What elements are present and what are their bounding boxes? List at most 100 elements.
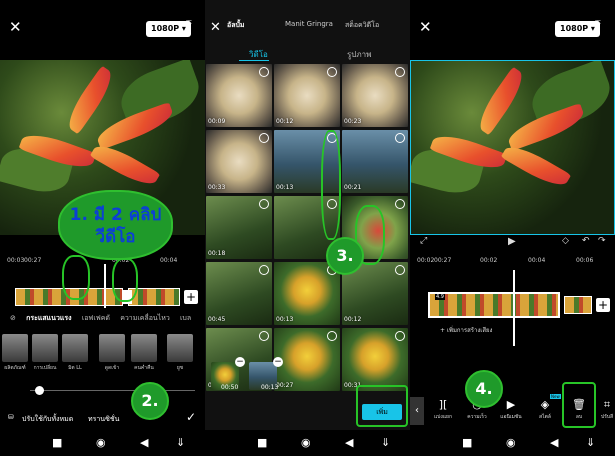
select-circle-icon[interactable] — [259, 331, 269, 341]
annotation-step-2: 2. — [131, 382, 169, 420]
select-circle-icon[interactable] — [259, 133, 269, 143]
recent-apps-icon[interactable]: ■ — [462, 436, 472, 449]
select-circle-icon[interactable] — [395, 67, 405, 77]
media-thumbnail[interactable]: 00:13 — [274, 262, 340, 325]
media-thumbnail[interactable]: 00:45 — [206, 262, 272, 325]
select-circle-icon[interactable] — [395, 133, 405, 143]
add-clip-button[interactable]: + — [596, 298, 610, 312]
export-icon[interactable]: ⤒ — [595, 18, 601, 33]
top-bar: ✕ 1080P ▾ ⤒ — [410, 0, 615, 58]
media-thumbnail[interactable]: 00:12 — [274, 64, 340, 127]
thumb-label: คนค่ำคืน — [134, 365, 154, 371]
back-icon[interactable]: ◀ — [550, 436, 558, 449]
transition-thumb[interactable] — [167, 334, 193, 362]
close-icon[interactable]: ✕ — [419, 18, 432, 36]
add-audio-button[interactable]: + เพิ่มการสร้างเสียง — [440, 325, 492, 335]
media-thumbnail[interactable]: 00:18 — [206, 196, 272, 259]
layers-icon: ⛁ — [8, 413, 14, 421]
home-icon[interactable]: ◉ — [301, 436, 311, 449]
tab-album[interactable]: อัลบั้ม — [227, 20, 245, 31]
playhead[interactable] — [104, 264, 106, 308]
fullscreen-icon[interactable]: ⤢ — [420, 236, 427, 246]
media-thumbnail[interactable]: 00:33 — [206, 130, 272, 193]
no-effect-icon[interactable]: ⊘ — [10, 314, 16, 322]
back-icon[interactable]: ◀ — [140, 436, 148, 449]
download-icon[interactable]: ⇓ — [381, 436, 390, 449]
export-icon[interactable]: ⤒ — [186, 18, 192, 33]
clip-2[interactable] — [564, 296, 592, 314]
apply-all-button[interactable]: ปรับใช้กับทั้งหมด — [22, 414, 73, 425]
add-button[interactable]: เพิ่ม — [362, 404, 402, 420]
select-circle-icon[interactable] — [327, 67, 337, 77]
system-nav-bar: ■ ◉ ◀ ⇓ — [410, 430, 615, 456]
download-icon[interactable]: ⇓ — [176, 436, 185, 449]
timeline-track[interactable]: 4.9 + — [410, 270, 615, 346]
remove-clip-icon[interactable]: − — [273, 357, 283, 367]
download-icon[interactable]: ⇓ — [586, 436, 595, 449]
transition-thumb[interactable] — [131, 334, 157, 362]
select-circle-icon[interactable] — [327, 331, 337, 341]
play-icon[interactable]: ▶ — [508, 236, 516, 247]
media-duration: 00:18 — [208, 250, 226, 257]
keyframe-icon[interactable]: ◇ — [562, 236, 569, 246]
style-icon: ◈ — [540, 398, 550, 411]
home-icon[interactable]: ◉ — [96, 436, 106, 449]
timeline-track[interactable]: + — [0, 264, 205, 310]
chevron-left-icon[interactable]: ‹ — [410, 397, 424, 425]
media-thumbnail[interactable]: 00:09 — [206, 64, 272, 127]
tool-label: ความเร็ว — [467, 414, 487, 420]
transition-thumb[interactable] — [99, 334, 125, 362]
transition-thumb[interactable] — [62, 334, 88, 362]
confirm-check-icon[interactable]: ✓ — [186, 410, 196, 424]
select-circle-icon[interactable] — [395, 331, 405, 341]
transition-label: ทรานซิชั่น — [88, 415, 120, 423]
recent-apps-icon[interactable]: ■ — [52, 436, 62, 449]
thumb-label: ยูช — [176, 365, 184, 371]
duration-slider-track[interactable] — [30, 390, 195, 391]
back-icon[interactable]: ◀ — [345, 436, 353, 449]
undo-icon[interactable]: ↶ — [582, 236, 590, 246]
tab-underline — [239, 60, 269, 61]
redo-icon[interactable]: ↷ — [598, 236, 606, 246]
current-time: 00:03 — [7, 257, 25, 264]
remove-clip-icon[interactable]: − — [235, 357, 245, 367]
system-nav-bar: ■ ◉ ◀ ⇓ — [205, 430, 410, 456]
close-icon[interactable]: ✕ — [9, 18, 22, 36]
tool-label: ปรับสี — [600, 414, 614, 420]
selected-clip[interactable] — [428, 292, 560, 318]
resolution-button[interactable]: 1080P ▾ — [555, 21, 600, 37]
transition-thumb[interactable] — [2, 334, 28, 362]
tab-stock[interactable]: สต็อควิดีโอ — [345, 20, 379, 31]
recent-apps-icon[interactable]: ■ — [257, 436, 267, 449]
transition-thumbnails: ผลิตภัณฑ์ การเปลี่ยน มิต LL ดูดเข้า คนค่… — [0, 334, 205, 374]
add-clip-button[interactable]: + — [184, 290, 198, 304]
select-circle-icon[interactable] — [395, 199, 405, 209]
duration-slider-knob[interactable] — [35, 386, 44, 395]
total-time: 00:27 — [24, 257, 42, 264]
select-circle-icon[interactable] — [259, 67, 269, 77]
media-thumbnail[interactable]: 00:23 — [342, 64, 408, 127]
tool-animation[interactable]: ▶ แอนิเมชัน — [496, 397, 526, 421]
tool-label: แอนิเมชัน — [500, 414, 522, 420]
select-circle-icon[interactable] — [395, 265, 405, 275]
playhead[interactable] — [513, 270, 515, 346]
select-circle-icon[interactable] — [259, 199, 269, 209]
close-icon[interactable]: ✕ — [210, 20, 221, 35]
tab-category[interactable]: เอฟเฟคดั — [82, 313, 110, 324]
media-picker-panel: ✕ อัลบั้ม Manit Gringra สต็อควิดีโอ วิดี… — [205, 0, 410, 456]
media-duration: 00:09 — [208, 118, 226, 125]
tab-category[interactable]: เบล — [180, 313, 191, 324]
transition-thumb[interactable] — [32, 334, 58, 362]
media-thumbnail[interactable]: 00:21 — [342, 130, 408, 193]
tool-split[interactable]: ][แบ่งแยก — [428, 397, 458, 421]
editor-panel-delete: ✕ 1080P ▾ ⤒ ⤢ ▶ ◇ ↶ ↷ 00:02 00:27 00:02 … — [410, 0, 615, 456]
tab-user[interactable]: Manit Gringra — [285, 20, 333, 28]
tab-category[interactable]: กระแสแนวแรง — [26, 313, 71, 324]
tool-style[interactable]: ◈ สไตล์ — [530, 397, 560, 421]
resolution-button[interactable]: 1080P ▾ — [146, 21, 191, 37]
select-circle-icon[interactable] — [259, 265, 269, 275]
subtab-photo[interactable]: รูปภาพ — [347, 48, 371, 61]
tab-category[interactable]: ความเคลื่อนไหว — [120, 313, 170, 324]
home-icon[interactable]: ◉ — [506, 436, 516, 449]
media-duration: 00:23 — [344, 118, 362, 125]
